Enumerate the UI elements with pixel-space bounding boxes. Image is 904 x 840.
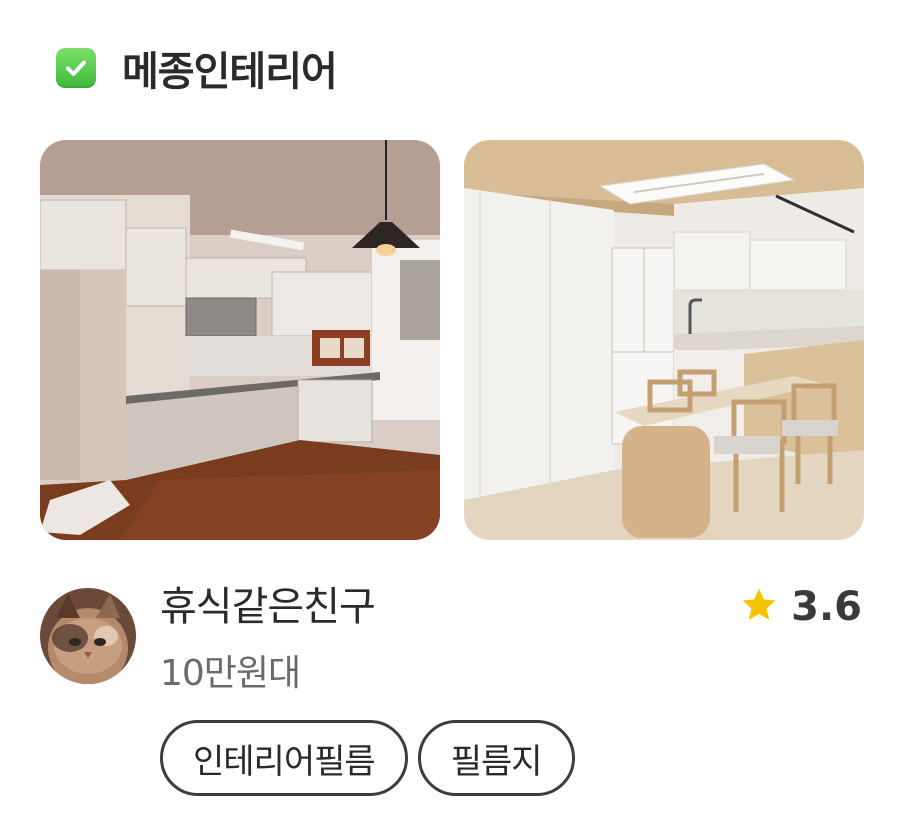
company-header: 메종인테리어 [56,44,338,95]
price-range: 10만원대 [160,653,301,694]
tag-list: 인테리어필름 필름지 [160,720,585,796]
tag-interior-film[interactable]: 인테리어필름 [160,720,408,796]
reviewer-name[interactable]: 휴식같은친구 [160,574,376,632]
company-name[interactable]: 메종인테리어 [122,39,338,97]
tag-film-sheet[interactable]: 필름지 [417,720,575,796]
rating: 3.6 [739,584,862,630]
rating-value: 3.6 [791,584,862,630]
before-kitchen-photo[interactable] [40,140,440,540]
after-kitchen-photo[interactable] [464,140,864,540]
reviewer-avatar[interactable] [40,588,136,684]
star-icon [739,585,779,629]
check-mark-icon [56,48,96,88]
